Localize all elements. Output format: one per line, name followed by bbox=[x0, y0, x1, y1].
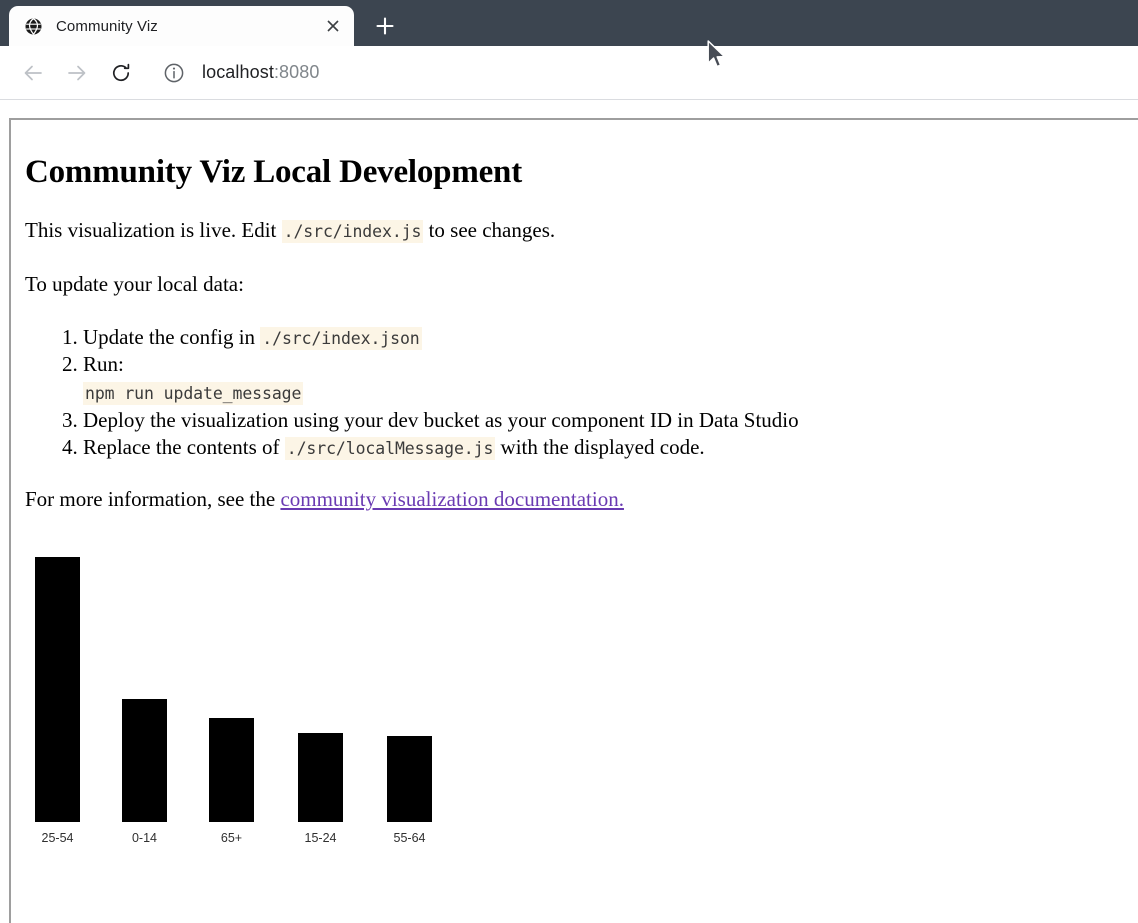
plus-icon bbox=[376, 17, 394, 35]
step-text-before: Update the config in bbox=[83, 325, 261, 350]
arrow-right-icon bbox=[66, 62, 88, 84]
bar[interactable] bbox=[35, 556, 80, 822]
globe-icon bbox=[25, 17, 42, 35]
bar-label: 15-24 bbox=[305, 831, 337, 845]
url-host: localhost bbox=[202, 62, 274, 82]
url-port: :8080 bbox=[273, 62, 320, 82]
address-bar[interactable]: localhost:8080 bbox=[162, 54, 1138, 92]
page-frame: Community Viz Local Development This vis… bbox=[9, 118, 1138, 923]
bar[interactable] bbox=[122, 698, 167, 822]
chart-x-labels: 25-54 0-14 65+ 15-24 55-64 bbox=[42, 831, 426, 845]
back-button[interactable] bbox=[14, 54, 52, 92]
step-code: ./src/localMessage.js bbox=[284, 436, 496, 460]
page-title: Community Viz Local Development bbox=[25, 154, 523, 190]
forward-button[interactable] bbox=[58, 54, 96, 92]
list-item: Run: npm run update_message bbox=[83, 351, 1114, 405]
step-text-before: Deploy the visualization using your dev … bbox=[83, 407, 799, 432]
step-code-block: npm run update_message bbox=[83, 380, 1114, 405]
browser-tab[interactable]: Community Viz bbox=[9, 6, 354, 46]
document-body: Community Viz Local Development This vis… bbox=[11, 120, 1138, 870]
list-item: Deploy the visualization using your dev … bbox=[83, 407, 1114, 434]
bar-label: 65+ bbox=[221, 831, 242, 845]
reload-button[interactable] bbox=[102, 54, 140, 92]
steps-list: Update the config in ./src/index.json Ru… bbox=[25, 324, 1114, 460]
intro-paragraph: This visualization is live. Edit ./src/i… bbox=[25, 217, 1114, 245]
footer-paragraph: For more information, see the community … bbox=[25, 486, 1114, 514]
bar-label: 0-14 bbox=[132, 831, 157, 845]
tab-title: Community Viz bbox=[56, 17, 158, 35]
chart-bars bbox=[35, 556, 432, 822]
update-lead-paragraph: To update your local data: bbox=[25, 271, 244, 296]
list-item: Replace the contents of ./src/localMessa… bbox=[83, 434, 1114, 461]
bar[interactable] bbox=[387, 735, 432, 822]
intro-text-after: to see changes. bbox=[423, 218, 556, 242]
step-text-after: with the displayed code. bbox=[495, 434, 705, 459]
browser-toolbar: localhost:8080 bbox=[0, 46, 1138, 100]
step-code: npm run update_message bbox=[83, 381, 304, 405]
bar[interactable] bbox=[209, 717, 254, 822]
intro-code: ./src/index.js bbox=[281, 220, 424, 243]
footer-text-before: For more information, see the bbox=[25, 487, 281, 512]
documentation-link[interactable]: community visualization documentation. bbox=[280, 487, 624, 511]
tab-strip: Community Viz bbox=[0, 0, 1138, 46]
bar-label: 25-54 bbox=[42, 831, 74, 845]
bar-chart: 25-54 0-14 65+ 15-24 55-64 bbox=[25, 540, 545, 870]
arrow-left-icon bbox=[22, 62, 44, 84]
browser-window: Community Viz localhost:8080 Community … bbox=[0, 0, 1138, 923]
close-icon[interactable] bbox=[320, 13, 346, 39]
step-text-before: Run: bbox=[83, 352, 124, 377]
bar[interactable] bbox=[298, 732, 343, 822]
page-viewport: Community Viz Local Development This vis… bbox=[0, 101, 1138, 923]
step-code: ./src/index.json bbox=[260, 327, 422, 351]
bar-label: 55-64 bbox=[394, 831, 426, 845]
list-item: Update the config in ./src/index.json bbox=[83, 324, 1114, 351]
bar-chart-svg: 25-54 0-14 65+ 15-24 55-64 bbox=[35, 556, 432, 845]
new-tab-button[interactable] bbox=[368, 9, 402, 43]
site-info-icon[interactable] bbox=[162, 61, 186, 85]
step-text-before: Replace the contents of bbox=[83, 434, 285, 459]
reload-icon bbox=[110, 62, 132, 84]
intro-text-before: This visualization is live. Edit bbox=[25, 218, 282, 242]
